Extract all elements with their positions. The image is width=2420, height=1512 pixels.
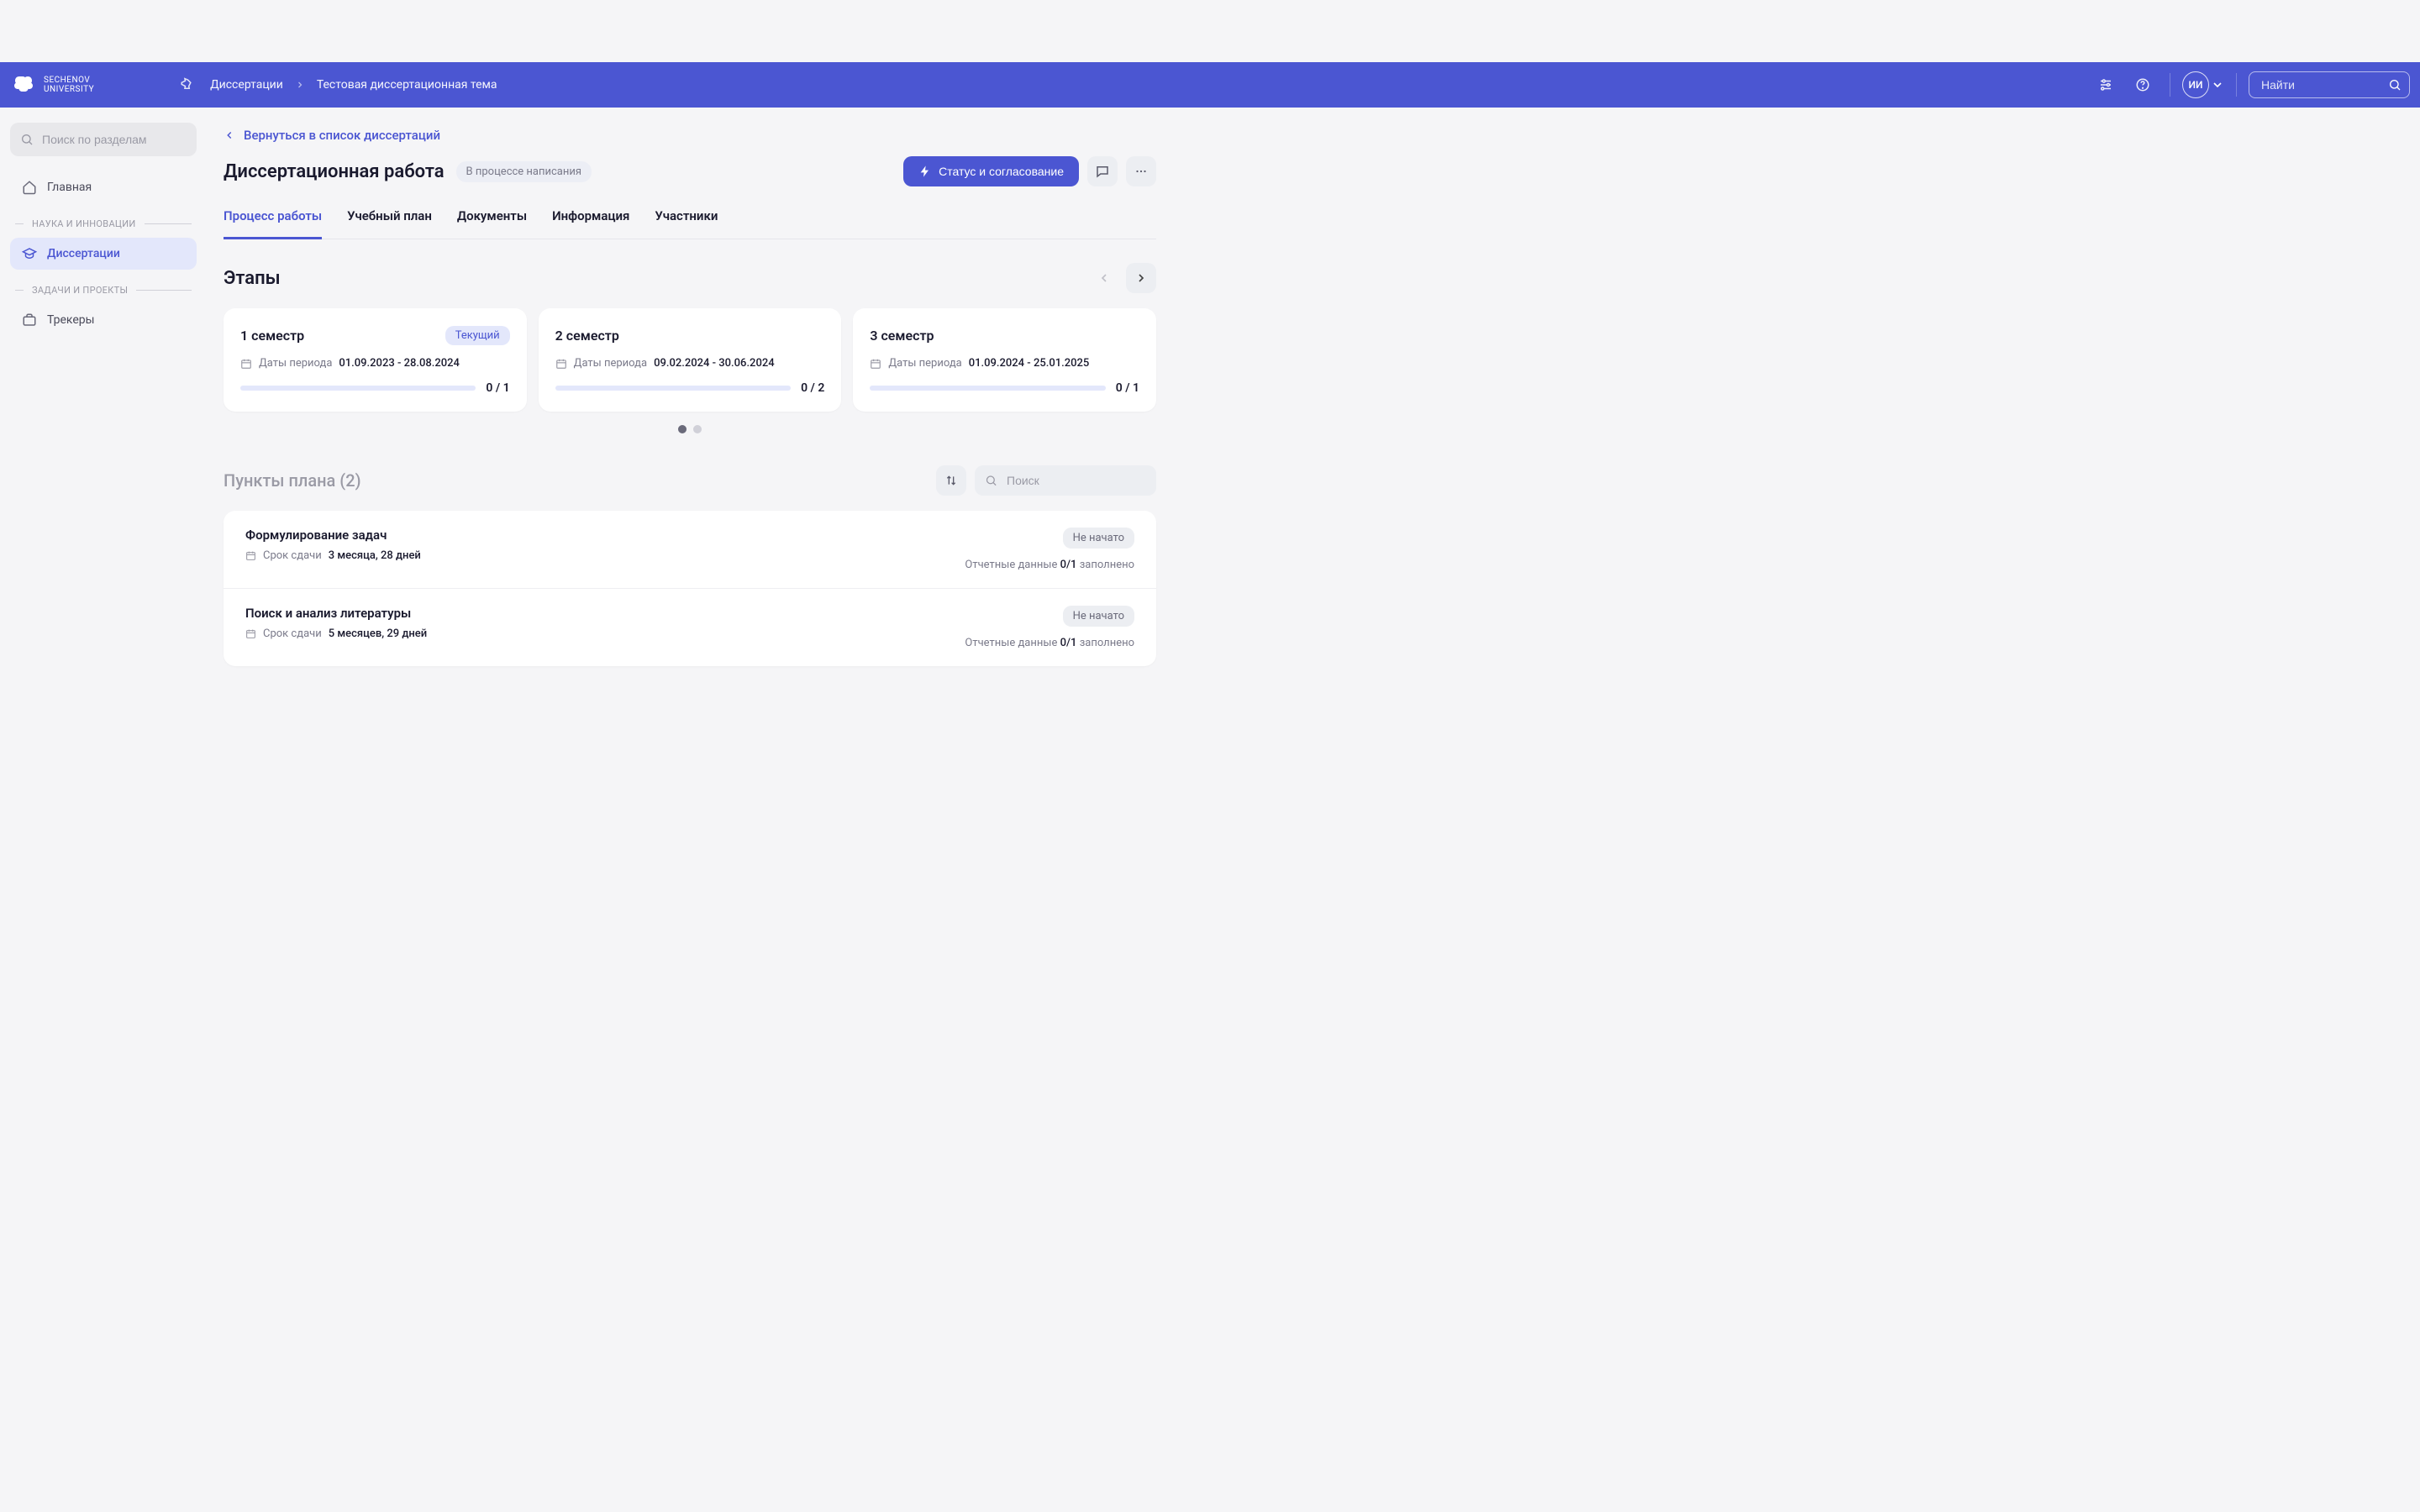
sidebar-item-label: Трекеры bbox=[47, 313, 95, 327]
status-badge: Не начато bbox=[1063, 606, 1134, 627]
dates-value: 01.09.2023 - 28.08.2024 bbox=[339, 357, 460, 370]
briefcase-icon bbox=[22, 312, 37, 328]
stage-card[interactable]: 3 семестр Даты периода 01.09.2024 - 25.0… bbox=[853, 308, 1156, 412]
lightning-icon bbox=[918, 165, 932, 178]
carousel-dot[interactable] bbox=[678, 425, 687, 433]
brain-logo-icon bbox=[10, 71, 37, 98]
graduation-cap-icon bbox=[22, 246, 37, 261]
stage-title: 1 семестр bbox=[240, 328, 304, 344]
breadcrumb-current: Тестовая диссертационная тема bbox=[317, 78, 497, 92]
sidebar-item-label: Диссертации bbox=[47, 247, 120, 260]
stages-title: Этапы bbox=[224, 268, 281, 289]
stages-next-button[interactable] bbox=[1126, 263, 1156, 293]
help-button[interactable] bbox=[2128, 70, 2158, 100]
sidebar-item-home[interactable]: Главная bbox=[10, 171, 197, 203]
plan-search-input[interactable] bbox=[975, 465, 1156, 496]
report-text: Отчетные данные 0/1 заполнено bbox=[965, 559, 1134, 571]
report-text: Отчетные данные 0/1 заполнено bbox=[965, 637, 1134, 649]
pin-toggle-button[interactable] bbox=[178, 77, 193, 92]
dates-value: 01.09.2024 - 25.01.2025 bbox=[969, 357, 1090, 370]
home-icon bbox=[22, 180, 37, 195]
sidebar-item-label: Главная bbox=[47, 181, 92, 194]
sidebar: Главная НАУКА И ИННОВАЦИИ Диссертации ЗА… bbox=[0, 108, 207, 700]
main-content: Вернуться в список диссертаций Диссертац… bbox=[207, 108, 1156, 700]
progress-text: 0 / 1 bbox=[486, 381, 509, 395]
sidebar-item-trackers[interactable]: Трекеры bbox=[10, 304, 197, 336]
dates-label: Даты периода bbox=[888, 357, 961, 370]
comments-button[interactable] bbox=[1087, 156, 1118, 186]
tab-curriculum[interactable]: Учебный план bbox=[347, 208, 432, 239]
plan-item[interactable]: Поиск и анализ литературы Срок сдачи 5 м… bbox=[224, 588, 1156, 666]
back-link-label: Вернуться в список диссертаций bbox=[244, 128, 440, 143]
chevron-down-icon bbox=[2211, 78, 2224, 92]
stages-prev-button[interactable] bbox=[1089, 263, 1119, 293]
breadcrumb-root[interactable]: Диссертации bbox=[210, 78, 283, 92]
stage-card[interactable]: 1 семестр Текущий Даты периода 01.09.202… bbox=[224, 308, 527, 412]
search-icon bbox=[2388, 78, 2402, 92]
dates-label: Даты периода bbox=[574, 357, 647, 370]
stage-title: 2 семестр bbox=[555, 328, 619, 344]
plan-item-title: Формулирование задач bbox=[245, 528, 421, 543]
tab-participants[interactable]: Участники bbox=[655, 208, 718, 239]
dates-label: Даты периода bbox=[259, 357, 332, 370]
plan-list: Формулирование задач Срок сдачи 3 месяца… bbox=[224, 511, 1156, 666]
status-pill: В процессе написания bbox=[456, 161, 592, 182]
status-approval-button[interactable]: Статус и согласование bbox=[903, 156, 1079, 186]
avatar: ИИ bbox=[2182, 71, 2209, 98]
chevron-left-icon bbox=[224, 129, 235, 141]
sidebar-section-science: НАУКА И ИННОВАЦИИ bbox=[10, 205, 197, 238]
tab-info[interactable]: Информация bbox=[552, 208, 629, 239]
progress-bar bbox=[870, 386, 1105, 391]
progress-text: 0 / 2 bbox=[801, 381, 824, 395]
sort-button[interactable] bbox=[936, 465, 966, 496]
carousel-dots bbox=[224, 425, 1156, 433]
top-search bbox=[2249, 71, 2410, 98]
button-label: Статус и согласование bbox=[939, 165, 1064, 178]
breadcrumb: Диссертации Тестовая диссертационная тем… bbox=[210, 78, 497, 92]
due-value: 3 месяца, 28 дней bbox=[329, 549, 421, 562]
progress-text: 0 / 1 bbox=[1116, 381, 1139, 395]
stage-title: 3 семестр bbox=[870, 328, 934, 344]
tab-documents[interactable]: Документы bbox=[457, 208, 527, 239]
calendar-icon bbox=[240, 358, 252, 370]
plan-item[interactable]: Формулирование задач Срок сдачи 3 месяца… bbox=[224, 511, 1156, 588]
sidebar-section-tasks: ЗАДАЧИ И ПРОЕКТЫ bbox=[10, 271, 197, 304]
page-title: Диссертационная работа bbox=[224, 161, 445, 182]
carousel-dot[interactable] bbox=[693, 425, 702, 433]
calendar-icon bbox=[245, 628, 256, 639]
calendar-icon bbox=[870, 358, 881, 370]
brand-name: SECHENOV bbox=[44, 76, 94, 85]
plan-item-title: Поиск и анализ литературы bbox=[245, 606, 427, 621]
dates-value: 09.02.2024 - 30.06.2024 bbox=[654, 357, 775, 370]
top-search-input[interactable] bbox=[2249, 71, 2410, 98]
top-bar: SECHENOV UNIVERSITY Диссертации Тестовая… bbox=[0, 62, 2420, 108]
tab-process[interactable]: Процесс работы bbox=[224, 208, 322, 239]
due-label: Срок сдачи bbox=[263, 627, 322, 640]
due-value: 5 месяцев, 29 дней bbox=[329, 627, 427, 640]
brand-sub: UNIVERSITY bbox=[44, 85, 94, 94]
stage-card[interactable]: 2 семестр Даты периода 09.02.2024 - 30.0… bbox=[539, 308, 842, 412]
status-badge: Не начато bbox=[1063, 528, 1134, 549]
sidebar-item-dissertations[interactable]: Диссертации bbox=[10, 238, 197, 270]
tabs: Процесс работы Учебный план Документы Ин… bbox=[224, 208, 1156, 239]
chevron-right-icon bbox=[295, 80, 305, 90]
progress-bar bbox=[555, 386, 791, 391]
due-label: Срок сдачи bbox=[263, 549, 322, 562]
plan-title: Пункты плана (2) bbox=[224, 470, 361, 491]
back-link[interactable]: Вернуться в список диссертаций bbox=[224, 128, 440, 143]
search-icon bbox=[985, 475, 997, 487]
calendar-icon bbox=[245, 550, 256, 561]
brand-logo[interactable]: SECHENOV UNIVERSITY bbox=[10, 71, 94, 98]
sidebar-search-input[interactable] bbox=[10, 123, 197, 156]
current-badge: Текущий bbox=[445, 326, 510, 345]
stage-cards: 1 семестр Текущий Даты периода 01.09.202… bbox=[224, 308, 1156, 412]
progress-bar bbox=[240, 386, 476, 391]
more-button[interactable] bbox=[1126, 156, 1156, 186]
calendar-icon bbox=[555, 358, 567, 370]
user-menu[interactable]: ИИ bbox=[2182, 71, 2224, 98]
search-icon bbox=[20, 133, 34, 146]
settings-sliders-button[interactable] bbox=[2091, 70, 2121, 100]
